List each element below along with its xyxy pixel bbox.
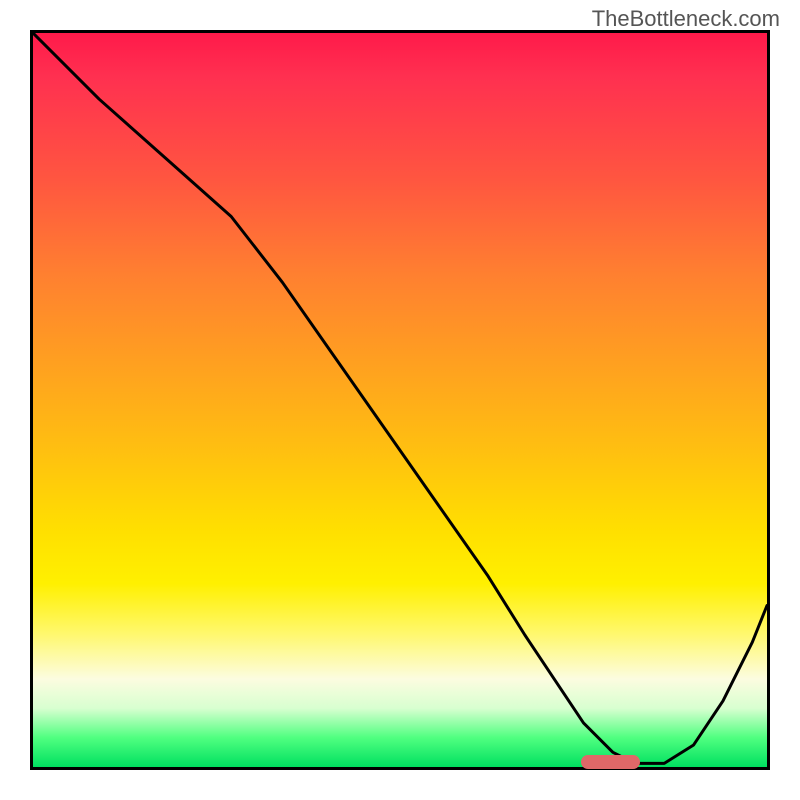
plot-area [30, 30, 770, 770]
optimum-marker [581, 755, 640, 770]
curve-svg [33, 33, 767, 767]
watermark-text: TheBottleneck.com [592, 6, 780, 32]
curve-line [33, 33, 767, 763]
